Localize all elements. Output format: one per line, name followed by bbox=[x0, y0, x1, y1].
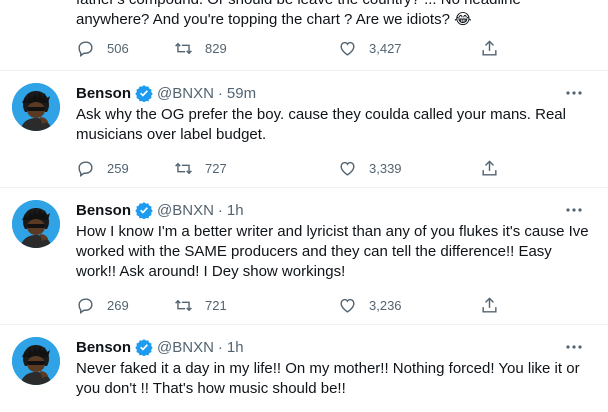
reply-button[interactable]: 269 bbox=[76, 296, 129, 315]
share-icon bbox=[482, 159, 497, 176]
avatar[interactable] bbox=[12, 200, 60, 248]
reply-button[interactable]: 506 bbox=[76, 39, 129, 58]
tweet-actions: 506 829 3,427 bbox=[76, 38, 506, 58]
retweet-icon bbox=[175, 162, 192, 174]
author-handle[interactable]: @BNXN bbox=[157, 339, 214, 356]
more-icon[interactable] bbox=[564, 339, 584, 355]
more-icon[interactable] bbox=[564, 85, 584, 101]
retweet-icon bbox=[175, 299, 192, 311]
verified-icon bbox=[135, 85, 153, 102]
separator-dot: · bbox=[217, 338, 223, 356]
tweet-text: Never faked it a day in my life!! On my … bbox=[76, 360, 580, 397]
share-icon bbox=[482, 39, 497, 56]
retweet-button[interactable]: 829 bbox=[174, 39, 227, 58]
verified-icon bbox=[135, 202, 153, 219]
tweet-header: Benson @BNXN · 1h bbox=[76, 337, 244, 357]
reply-icon bbox=[78, 40, 93, 57]
like-icon bbox=[340, 41, 355, 56]
share-button[interactable] bbox=[480, 39, 499, 58]
like-count: 3,427 bbox=[369, 40, 402, 56]
tweet-time[interactable]: 1h bbox=[227, 339, 244, 356]
retweet-button[interactable]: 727 bbox=[174, 159, 227, 178]
share-icon bbox=[482, 296, 497, 313]
reply-count: 259 bbox=[107, 160, 129, 176]
like-icon bbox=[340, 298, 355, 313]
verified-icon bbox=[135, 339, 153, 356]
separator-dot: · bbox=[217, 201, 223, 219]
avatar[interactable] bbox=[12, 83, 60, 131]
tweet-text: How I know I'm a better writer and lyric… bbox=[76, 223, 589, 280]
like-count: 3,339 bbox=[369, 160, 402, 176]
tweet-time[interactable]: 1h bbox=[227, 202, 244, 219]
reply-icon bbox=[78, 297, 93, 314]
retweet-button[interactable]: 721 bbox=[174, 296, 227, 315]
tweet-header: Benson @BNXN · 1h bbox=[76, 200, 244, 220]
tweet-0[interactable]: father's compound. Or should be leave th… bbox=[0, 0, 608, 71]
share-button[interactable] bbox=[480, 159, 499, 178]
author-name[interactable]: Benson bbox=[76, 85, 131, 102]
like-button[interactable]: 3,339 bbox=[338, 159, 402, 178]
tweet-3[interactable]: Benson @BNXN · 1h Never faked it a day i… bbox=[0, 325, 608, 412]
tweet-actions: 259 727 3,339 bbox=[76, 158, 506, 178]
author-handle[interactable]: @BNXN bbox=[157, 202, 214, 219]
tweet-text: Ask why the OG prefer the boy. cause the… bbox=[76, 106, 566, 143]
tweet-time[interactable]: 59m bbox=[227, 85, 256, 102]
retweet-count: 721 bbox=[205, 297, 227, 313]
separator-dot: · bbox=[217, 84, 223, 102]
author-handle[interactable]: @BNXN bbox=[157, 85, 214, 102]
tweet-actions: 269 721 3,236 bbox=[76, 295, 506, 315]
like-count: 3,236 bbox=[369, 297, 402, 313]
reply-count: 269 bbox=[107, 297, 129, 313]
reply-icon bbox=[78, 160, 93, 177]
avatar[interactable] bbox=[12, 337, 60, 385]
retweet-count: 829 bbox=[205, 40, 227, 56]
share-button[interactable] bbox=[480, 296, 499, 315]
tweet-2[interactable]: Benson @BNXN · 1h How I know I'm a bette… bbox=[0, 188, 608, 325]
like-button[interactable]: 3,427 bbox=[338, 39, 402, 58]
author-name[interactable]: Benson bbox=[76, 339, 131, 356]
retweet-icon bbox=[175, 42, 192, 54]
like-icon bbox=[340, 161, 355, 176]
more-icon[interactable] bbox=[564, 202, 584, 218]
author-name[interactable]: Benson bbox=[76, 202, 131, 219]
retweet-count: 727 bbox=[205, 160, 227, 176]
tweet-1[interactable]: Benson @BNXN · 59m Ask why the OG prefer… bbox=[0, 71, 608, 188]
like-button[interactable]: 3,236 bbox=[338, 296, 402, 315]
tweet-header: Benson @BNXN · 59m bbox=[76, 83, 256, 103]
reply-button[interactable]: 259 bbox=[76, 159, 129, 178]
tweet-text: father's compound. Or should be leave th… bbox=[76, 0, 521, 28]
reply-count: 506 bbox=[107, 40, 129, 56]
